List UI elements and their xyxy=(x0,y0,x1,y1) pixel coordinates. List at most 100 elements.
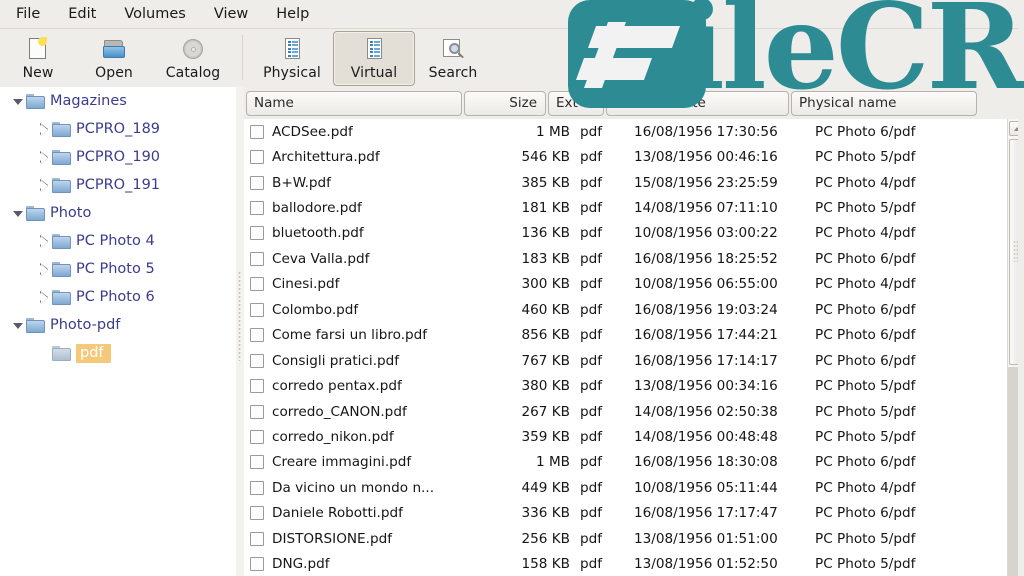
cell-ext: pdf xyxy=(580,556,603,573)
row-checkbox[interactable] xyxy=(250,429,264,444)
tree-item-pcpro-191[interactable]: PCPRO_191 xyxy=(0,171,236,199)
column-header-physical-name[interactable]: Physical name xyxy=(791,90,977,116)
row-checkbox[interactable] xyxy=(250,531,264,546)
cell-ext: pdf xyxy=(580,479,603,496)
toolbar-button-label: Search xyxy=(428,65,478,81)
folder-tree-panel[interactable]: Magazines PCPRO_189 PCPRO_190 PCPRO_191 Phot… xyxy=(0,87,236,576)
tree-item-pc-photo-4[interactable]: PC Photo 4 xyxy=(0,227,236,255)
file-row[interactable]: Consigli pratici.pdf 767 KB pdf 16/08/1956 … xyxy=(244,348,1007,373)
row-checkbox[interactable] xyxy=(250,302,264,317)
row-checkbox[interactable] xyxy=(250,404,264,419)
menu-item-view[interactable]: View xyxy=(212,4,250,24)
tree-item-label: PCPRO_189 xyxy=(76,121,161,137)
row-checkbox[interactable] xyxy=(250,379,264,394)
menu-item-volumes[interactable]: Volumes xyxy=(122,4,187,24)
file-row[interactable]: corredo_CANON.pdf 267 KB pdf 14/08/1956 02:… xyxy=(244,399,1007,424)
chevron-right-icon[interactable] xyxy=(36,177,52,193)
row-checkbox[interactable] xyxy=(250,201,264,216)
toolbar-button-catalog[interactable]: Catalog xyxy=(152,31,234,86)
cell-physical: PC Photo 5/pdf xyxy=(815,378,916,395)
file-row[interactable]: Ceva Valla.pdf 183 KB pdf 16/08/1956 18:25:… xyxy=(244,246,1007,271)
row-checkbox[interactable] xyxy=(250,124,264,139)
cell-ext: pdf xyxy=(580,454,603,471)
cell-physical: PC Photo 6/pdf xyxy=(815,301,916,318)
toolbar-button-search[interactable]: Search xyxy=(415,31,491,86)
panel-splitter[interactable] xyxy=(236,87,244,576)
tree-item-label: PC Photo 4 xyxy=(76,233,155,249)
file-row[interactable]: B+W.pdf 385 KB pdf 15/08/1956 23:25:59 PC Ph… xyxy=(244,170,1007,195)
file-row[interactable]: Architettura.pdf 546 KB pdf 13/08/1956 00:4… xyxy=(244,144,1007,169)
toolbar-button-physical[interactable]: Physical xyxy=(251,31,333,86)
file-row[interactable]: Creare immagini.pdf 1 MB pdf 16/08/1956 18:… xyxy=(244,450,1007,475)
column-header-name[interactable]: Name xyxy=(246,90,462,116)
file-row[interactable]: Da vicino un mondo n... 449 KB pdf 10/08/19… xyxy=(244,475,1007,500)
toolbar-button-virtual[interactable]: Virtual xyxy=(333,31,415,86)
splitter-grip[interactable] xyxy=(238,271,241,361)
file-row[interactable]: DISTORSIONE.pdf 256 KB pdf 13/08/1956 01:51… xyxy=(244,526,1007,551)
cell-name: Cinesi.pdf xyxy=(272,276,340,293)
tree-item-pc-photo-5[interactable]: PC Photo 5 xyxy=(0,255,236,283)
chevron-right-icon[interactable] xyxy=(36,121,52,137)
column-header-creation-date[interactable]: Creation date xyxy=(606,90,789,116)
chevron-right-icon[interactable] xyxy=(36,289,52,305)
cell-date: 13/08/1956 01:52:50 xyxy=(634,556,778,573)
chevron-down-icon[interactable] xyxy=(10,205,26,221)
row-checkbox[interactable] xyxy=(250,226,264,241)
cell-size: 1 MB xyxy=(535,454,570,471)
chevron-down-icon[interactable] xyxy=(10,317,26,333)
row-checkbox[interactable] xyxy=(250,455,264,470)
tree-item-photo[interactable]: Photo xyxy=(0,199,236,227)
toolbar-button-label: Physical xyxy=(263,65,321,81)
file-row[interactable]: ACDSee.pdf 1 MB pdf 16/08/1956 17:30:56 PC P… xyxy=(244,119,1007,144)
chevron-right-icon[interactable] xyxy=(36,149,52,165)
file-row[interactable]: corredo_nikon.pdf 359 KB pdf 14/08/1956 00:… xyxy=(244,424,1007,449)
row-checkbox[interactable] xyxy=(250,506,264,521)
tree-item-pc-photo-6[interactable]: PC Photo 6 xyxy=(0,283,236,311)
chevron-down-icon[interactable] xyxy=(10,93,26,109)
row-checkbox[interactable] xyxy=(250,480,264,495)
file-row[interactable]: Daniele Robotti.pdf 336 KB pdf 16/08/1956 1… xyxy=(244,501,1007,526)
tree-item-pcpro-190[interactable]: PCPRO_190 xyxy=(0,143,236,171)
folder-icon xyxy=(26,317,45,333)
folder-icon xyxy=(52,233,71,249)
tree-item-pdf[interactable]: pdf xyxy=(0,339,236,367)
row-checkbox[interactable] xyxy=(250,150,264,165)
cell-name: Da vicino un mondo n... xyxy=(272,479,435,496)
menu-item-file[interactable]: File xyxy=(14,4,42,24)
tree-item-photo-pdf[interactable]: Photo-pdf xyxy=(0,311,236,339)
cell-name: corredo pentax.pdf xyxy=(272,378,402,395)
tree-item-pcpro-189[interactable]: PCPRO_189 xyxy=(0,115,236,143)
file-row[interactable]: Come farsi un libro.pdf 856 KB pdf 16/08/19… xyxy=(244,323,1007,348)
row-checkbox[interactable] xyxy=(250,277,264,292)
menu-item-edit[interactable]: Edit xyxy=(66,4,98,24)
tree-item-magazines[interactable]: Magazines xyxy=(0,87,236,115)
row-checkbox[interactable] xyxy=(250,557,264,572)
column-header-size[interactable]: Size xyxy=(464,90,546,116)
file-row[interactable]: corredo pentax.pdf 380 KB pdf 13/08/1956 00… xyxy=(244,373,1007,398)
row-checkbox[interactable] xyxy=(250,251,264,266)
cell-ext: pdf xyxy=(580,123,603,140)
chevron-right-icon[interactable] xyxy=(36,261,52,277)
chevron-right-icon[interactable] xyxy=(36,233,52,249)
row-checkbox[interactable] xyxy=(250,353,264,368)
cell-name: DNG.pdf xyxy=(272,556,330,573)
file-row[interactable]: DNG.pdf 158 KB pdf 13/08/1956 01:52:50 PC Ph… xyxy=(244,551,1007,576)
cell-size: 158 KB xyxy=(521,556,570,573)
cell-size: 256 KB xyxy=(521,530,570,547)
cell-name: Daniele Robotti.pdf xyxy=(272,505,403,522)
toolbar-button-open[interactable]: Open xyxy=(76,31,152,86)
file-row[interactable]: ballodore.pdf 181 KB pdf 14/08/1956 07:11:1… xyxy=(244,195,1007,220)
menu-item-help[interactable]: Help xyxy=(274,4,311,24)
column-header-ext[interactable]: Ext xyxy=(548,90,604,116)
toolbar-button-new[interactable]: New xyxy=(0,31,76,86)
file-row[interactable]: Cinesi.pdf 300 KB pdf 10/08/1956 06:55:00 PC… xyxy=(244,272,1007,297)
toolbar-button-label: Open xyxy=(95,65,133,81)
file-row[interactable]: bluetooth.pdf 136 KB pdf 10/08/1956 03:00:2… xyxy=(244,221,1007,246)
row-checkbox[interactable] xyxy=(250,175,264,190)
toolbar-button-label: New xyxy=(22,65,54,81)
row-checkbox[interactable] xyxy=(250,328,264,343)
file-row[interactable]: Colombo.pdf 460 KB pdf 16/08/1956 19:03:24 P… xyxy=(244,297,1007,322)
file-list-rows[interactable]: ACDSee.pdf 1 MB pdf 16/08/1956 17:30:56 PC P… xyxy=(244,119,1007,576)
cell-ext: pdf xyxy=(580,352,603,369)
